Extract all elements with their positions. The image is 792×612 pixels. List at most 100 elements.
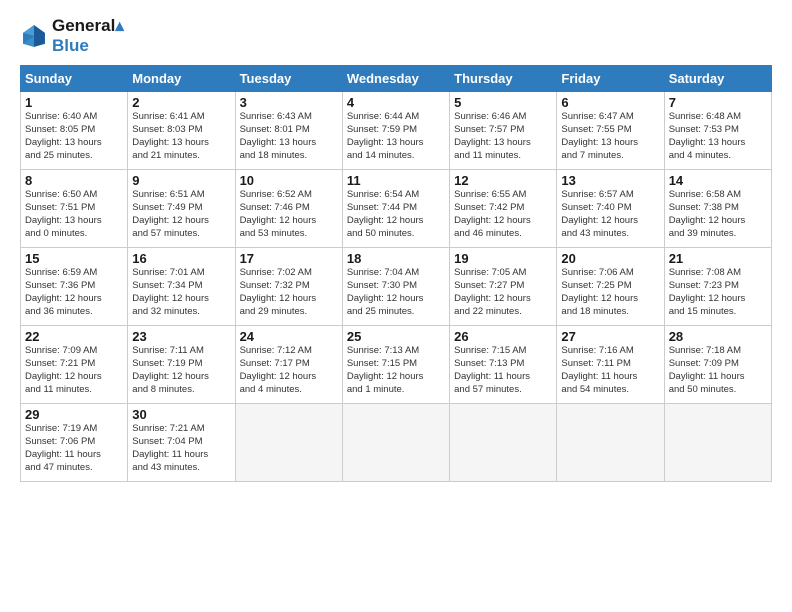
day-info: Sunrise: 6:48 AMSunset: 7:53 PMDaylight:… bbox=[669, 111, 767, 162]
page: General▴ Blue SundayMondayTuesdayWednesd… bbox=[0, 0, 792, 612]
weekday-header-wednesday: Wednesday bbox=[342, 66, 449, 92]
day-info: Sunrise: 6:58 AMSunset: 7:38 PMDaylight:… bbox=[669, 189, 767, 240]
empty-cell bbox=[342, 404, 449, 482]
day-cell-7: 7 Sunrise: 6:48 AMSunset: 7:53 PMDayligh… bbox=[664, 92, 771, 170]
day-cell-16: 16 Sunrise: 7:01 AMSunset: 7:34 PMDaylig… bbox=[128, 248, 235, 326]
day-number: 30 bbox=[132, 407, 230, 422]
weekday-header-row: SundayMondayTuesdayWednesdayThursdayFrid… bbox=[21, 66, 772, 92]
day-info: Sunrise: 7:05 AMSunset: 7:27 PMDaylight:… bbox=[454, 267, 552, 318]
day-cell-8: 8 Sunrise: 6:50 AMSunset: 7:51 PMDayligh… bbox=[21, 170, 128, 248]
day-cell-19: 19 Sunrise: 7:05 AMSunset: 7:27 PMDaylig… bbox=[450, 248, 557, 326]
day-info: Sunrise: 7:18 AMSunset: 7:09 PMDaylight:… bbox=[669, 345, 767, 396]
day-number: 18 bbox=[347, 251, 445, 266]
day-info: Sunrise: 6:51 AMSunset: 7:49 PMDaylight:… bbox=[132, 189, 230, 240]
day-info: Sunrise: 6:50 AMSunset: 7:51 PMDaylight:… bbox=[25, 189, 123, 240]
day-info: Sunrise: 6:41 AMSunset: 8:03 PMDaylight:… bbox=[132, 111, 230, 162]
day-number: 6 bbox=[561, 95, 659, 110]
day-number: 19 bbox=[454, 251, 552, 266]
day-cell-23: 23 Sunrise: 7:11 AMSunset: 7:19 PMDaylig… bbox=[128, 326, 235, 404]
day-cell-10: 10 Sunrise: 6:52 AMSunset: 7:46 PMDaylig… bbox=[235, 170, 342, 248]
day-info: Sunrise: 7:01 AMSunset: 7:34 PMDaylight:… bbox=[132, 267, 230, 318]
day-cell-2: 2 Sunrise: 6:41 AMSunset: 8:03 PMDayligh… bbox=[128, 92, 235, 170]
day-info: Sunrise: 6:47 AMSunset: 7:55 PMDaylight:… bbox=[561, 111, 659, 162]
day-number: 29 bbox=[25, 407, 123, 422]
day-cell-1: 1 Sunrise: 6:40 AMSunset: 8:05 PMDayligh… bbox=[21, 92, 128, 170]
day-cell-9: 9 Sunrise: 6:51 AMSunset: 7:49 PMDayligh… bbox=[128, 170, 235, 248]
weekday-header-friday: Friday bbox=[557, 66, 664, 92]
day-cell-22: 22 Sunrise: 7:09 AMSunset: 7:21 PMDaylig… bbox=[21, 326, 128, 404]
day-cell-20: 20 Sunrise: 7:06 AMSunset: 7:25 PMDaylig… bbox=[557, 248, 664, 326]
weekday-header-thursday: Thursday bbox=[450, 66, 557, 92]
week-row-2: 8 Sunrise: 6:50 AMSunset: 7:51 PMDayligh… bbox=[21, 170, 772, 248]
day-info: Sunrise: 6:46 AMSunset: 7:57 PMDaylight:… bbox=[454, 111, 552, 162]
empty-cell bbox=[235, 404, 342, 482]
day-info: Sunrise: 6:59 AMSunset: 7:36 PMDaylight:… bbox=[25, 267, 123, 318]
day-number: 4 bbox=[347, 95, 445, 110]
empty-cell bbox=[450, 404, 557, 482]
day-cell-5: 5 Sunrise: 6:46 AMSunset: 7:57 PMDayligh… bbox=[450, 92, 557, 170]
day-info: Sunrise: 6:57 AMSunset: 7:40 PMDaylight:… bbox=[561, 189, 659, 240]
day-number: 26 bbox=[454, 329, 552, 344]
day-number: 25 bbox=[347, 329, 445, 344]
week-row-3: 15 Sunrise: 6:59 AMSunset: 7:36 PMDaylig… bbox=[21, 248, 772, 326]
empty-cell bbox=[557, 404, 664, 482]
day-info: Sunrise: 6:52 AMSunset: 7:46 PMDaylight:… bbox=[240, 189, 338, 240]
day-info: Sunrise: 7:09 AMSunset: 7:21 PMDaylight:… bbox=[25, 345, 123, 396]
day-number: 3 bbox=[240, 95, 338, 110]
day-number: 20 bbox=[561, 251, 659, 266]
day-number: 2 bbox=[132, 95, 230, 110]
day-info: Sunrise: 7:11 AMSunset: 7:19 PMDaylight:… bbox=[132, 345, 230, 396]
day-cell-13: 13 Sunrise: 6:57 AMSunset: 7:40 PMDaylig… bbox=[557, 170, 664, 248]
day-cell-29: 29 Sunrise: 7:19 AMSunset: 7:06 PMDaylig… bbox=[21, 404, 128, 482]
empty-cell bbox=[664, 404, 771, 482]
day-number: 28 bbox=[669, 329, 767, 344]
day-info: Sunrise: 7:02 AMSunset: 7:32 PMDaylight:… bbox=[240, 267, 338, 318]
day-info: Sunrise: 7:15 AMSunset: 7:13 PMDaylight:… bbox=[454, 345, 552, 396]
day-info: Sunrise: 7:16 AMSunset: 7:11 PMDaylight:… bbox=[561, 345, 659, 396]
week-row-1: 1 Sunrise: 6:40 AMSunset: 8:05 PMDayligh… bbox=[21, 92, 772, 170]
day-cell-18: 18 Sunrise: 7:04 AMSunset: 7:30 PMDaylig… bbox=[342, 248, 449, 326]
day-number: 24 bbox=[240, 329, 338, 344]
day-number: 10 bbox=[240, 173, 338, 188]
day-number: 21 bbox=[669, 251, 767, 266]
day-cell-27: 27 Sunrise: 7:16 AMSunset: 7:11 PMDaylig… bbox=[557, 326, 664, 404]
day-number: 12 bbox=[454, 173, 552, 188]
day-info: Sunrise: 6:44 AMSunset: 7:59 PMDaylight:… bbox=[347, 111, 445, 162]
day-info: Sunrise: 7:08 AMSunset: 7:23 PMDaylight:… bbox=[669, 267, 767, 318]
day-info: Sunrise: 7:12 AMSunset: 7:17 PMDaylight:… bbox=[240, 345, 338, 396]
day-info: Sunrise: 6:54 AMSunset: 7:44 PMDaylight:… bbox=[347, 189, 445, 240]
logo-text: General▴ Blue bbox=[52, 16, 124, 55]
day-number: 8 bbox=[25, 173, 123, 188]
day-cell-21: 21 Sunrise: 7:08 AMSunset: 7:23 PMDaylig… bbox=[664, 248, 771, 326]
day-number: 1 bbox=[25, 95, 123, 110]
day-number: 15 bbox=[25, 251, 123, 266]
day-info: Sunrise: 7:19 AMSunset: 7:06 PMDaylight:… bbox=[25, 423, 123, 474]
day-info: Sunrise: 7:13 AMSunset: 7:15 PMDaylight:… bbox=[347, 345, 445, 396]
day-cell-11: 11 Sunrise: 6:54 AMSunset: 7:44 PMDaylig… bbox=[342, 170, 449, 248]
day-info: Sunrise: 7:04 AMSunset: 7:30 PMDaylight:… bbox=[347, 267, 445, 318]
calendar-table: SundayMondayTuesdayWednesdayThursdayFrid… bbox=[20, 65, 772, 482]
day-number: 11 bbox=[347, 173, 445, 188]
day-cell-26: 26 Sunrise: 7:15 AMSunset: 7:13 PMDaylig… bbox=[450, 326, 557, 404]
weekday-header-tuesday: Tuesday bbox=[235, 66, 342, 92]
day-number: 17 bbox=[240, 251, 338, 266]
day-number: 13 bbox=[561, 173, 659, 188]
day-cell-17: 17 Sunrise: 7:02 AMSunset: 7:32 PMDaylig… bbox=[235, 248, 342, 326]
day-cell-28: 28 Sunrise: 7:18 AMSunset: 7:09 PMDaylig… bbox=[664, 326, 771, 404]
week-row-4: 22 Sunrise: 7:09 AMSunset: 7:21 PMDaylig… bbox=[21, 326, 772, 404]
weekday-header-saturday: Saturday bbox=[664, 66, 771, 92]
day-number: 14 bbox=[669, 173, 767, 188]
week-row-5: 29 Sunrise: 7:19 AMSunset: 7:06 PMDaylig… bbox=[21, 404, 772, 482]
day-cell-25: 25 Sunrise: 7:13 AMSunset: 7:15 PMDaylig… bbox=[342, 326, 449, 404]
day-number: 27 bbox=[561, 329, 659, 344]
day-info: Sunrise: 6:40 AMSunset: 8:05 PMDaylight:… bbox=[25, 111, 123, 162]
day-number: 7 bbox=[669, 95, 767, 110]
weekday-header-monday: Monday bbox=[128, 66, 235, 92]
day-cell-3: 3 Sunrise: 6:43 AMSunset: 8:01 PMDayligh… bbox=[235, 92, 342, 170]
day-number: 23 bbox=[132, 329, 230, 344]
day-number: 22 bbox=[25, 329, 123, 344]
day-info: Sunrise: 6:43 AMSunset: 8:01 PMDaylight:… bbox=[240, 111, 338, 162]
day-cell-4: 4 Sunrise: 6:44 AMSunset: 7:59 PMDayligh… bbox=[342, 92, 449, 170]
day-number: 5 bbox=[454, 95, 552, 110]
weekday-header-sunday: Sunday bbox=[21, 66, 128, 92]
